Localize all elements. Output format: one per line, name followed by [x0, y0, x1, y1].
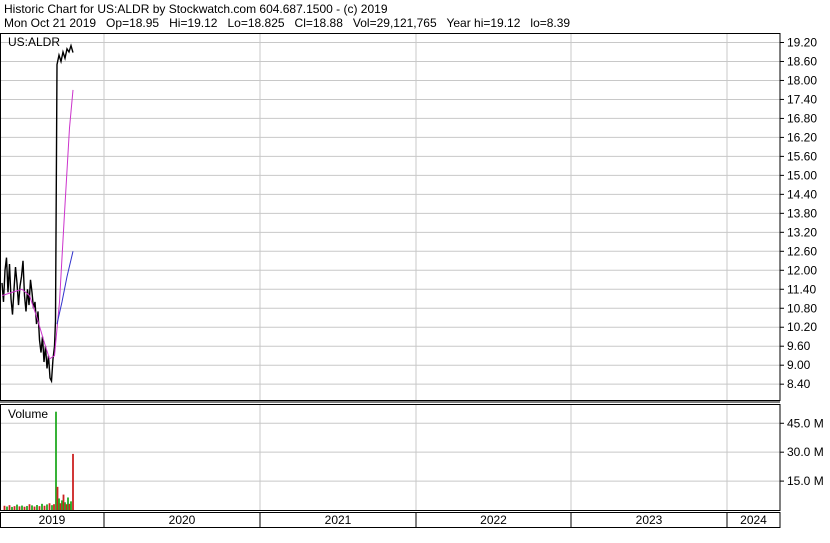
volume-bar: [46, 504, 48, 510]
price-tick-label: 18.00: [787, 73, 817, 87]
price-tick-label: 19.20: [787, 35, 817, 49]
x-tick-label: 2019: [39, 513, 66, 527]
volume-bar: [43, 505, 46, 510]
price-tick-label: 15.00: [787, 168, 817, 182]
price-tick-label: 9.60: [787, 339, 811, 353]
price-tick-label: 8.40: [787, 377, 811, 391]
volume-bar: [28, 504, 31, 510]
axes: 19.20 18.60 18.00 17.40 16.80 16.20 15.60 15.00…: [0, 33, 824, 528]
volume-tick-label: 15.0 M: [787, 474, 824, 488]
volume-grid: [0, 404, 780, 510]
price-tick-label: 17.40: [787, 92, 817, 106]
stock-chart: 19.20 18.60 18.00 17.40 16.80 16.20 15.60 15.00…: [0, 33, 824, 528]
volume-bar: [21, 505, 23, 510]
price-panel-frame: [0, 33, 781, 401]
volume-bar: [38, 506, 41, 510]
price-tick-label: 15.60: [787, 149, 817, 163]
volume-bar: [48, 503, 51, 510]
x-tick-label: 2024: [740, 513, 767, 527]
price-tick-label: 11.40: [787, 282, 816, 296]
volume-bar: [72, 453, 74, 510]
volume-bar: [26, 505, 28, 510]
price-tick-label: 16.20: [787, 130, 817, 144]
volume-panel-frame: [0, 404, 781, 511]
x-tick-label: 2021: [325, 513, 352, 527]
x-axis-band: [0, 512, 781, 528]
volume-bar: [36, 504, 38, 510]
volume-bars: [3, 411, 74, 510]
volume-bar: [11, 506, 13, 510]
volume-bar: [53, 504, 55, 510]
volume-bar: [31, 505, 33, 510]
price-tick-label: 16.80: [787, 111, 817, 125]
series-line-ma_long: [56, 251, 74, 325]
volume-bar: [51, 505, 53, 510]
x-tick-label: 2022: [480, 513, 507, 527]
price-grid: [0, 33, 780, 400]
volume-tick-label: 30.0 M: [787, 445, 824, 459]
price-panel-title: US:ALDR: [8, 35, 60, 49]
price-tick-label: 10.20: [787, 320, 817, 334]
price-tick-label: 14.40: [787, 187, 817, 201]
x-tick-label: 2020: [169, 513, 196, 527]
volume-bar: [33, 506, 36, 510]
price-tick-label: 12.00: [787, 263, 817, 277]
price-tick-label: 9.00: [787, 358, 811, 372]
series-line-ma_short: [1, 89, 74, 360]
price-tick-label: 10.80: [787, 301, 817, 315]
price-tick-label: 18.60: [787, 54, 817, 68]
volume-bar: [18, 506, 21, 510]
x-tick-label: 2023: [636, 513, 663, 527]
volume-bar: [3, 505, 6, 510]
price-tick-label: 13.80: [787, 206, 817, 220]
volume-bar: [41, 503, 43, 510]
volume-tick-label: 45.0 M: [787, 416, 824, 430]
volume-panel-title: Volume: [8, 407, 48, 421]
price-tick-label: 13.20: [787, 225, 817, 239]
volume-bar: [6, 506, 8, 510]
volume-bar: [70, 501, 72, 510]
volume-bar: [13, 506, 16, 510]
volume-bar: [8, 505, 11, 510]
price-tick-label: 12.60: [787, 244, 817, 258]
volume-bar: [23, 506, 26, 510]
volume-bar: [16, 504, 18, 510]
